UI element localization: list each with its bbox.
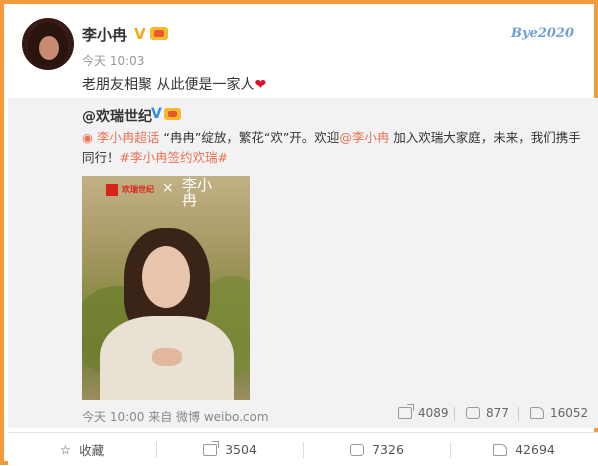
repost-comment-count[interactable]: 877 [466,406,509,420]
reposted-post: @欢瑞世纪 V ◉ 李小冉超话 “冉冉”绽放，繁花“欢”开。欢迎@李小冉 加入欢… [8,98,598,428]
post-text: 老朋友相聚 从此便是一家人❤ [82,74,266,94]
brand-logo-icon [106,184,118,196]
action-bar: ☆ 收藏 3504 7326 42694 [8,432,598,465]
favorite-label: 收藏 [79,443,105,458]
thumbs-up-icon [530,407,544,419]
image-brand-text: 欢瑞世纪 [122,185,154,194]
forward-icon [398,404,414,419]
watermark-logo: Bye2020 [511,26,574,41]
repost-like-value: 16052 [550,406,589,420]
author-name[interactable]: 李小冉 [82,24,127,45]
star-icon: ☆ [59,442,72,457]
repost-text: ◉ 李小冉超话 “冉冉”绽放，繁花“欢”开。欢迎@李小冉 加入欢瑞大家庭，未来，… [82,128,582,168]
verified-icon: V [134,25,146,43]
heart-icon: ❤ [254,77,267,93]
forward-icon [203,440,220,456]
repost-author-name[interactable]: @欢瑞世纪 [82,106,152,126]
like-count: 42694 [515,442,555,457]
repost-meta[interactable]: 今天 10:00 来自 微博 weibo.com [82,408,269,425]
post-text-content: 老朋友相聚 从此便是一家人 [82,77,255,93]
mention-link[interactable]: @李小冉 [339,130,389,145]
member-crown-icon [164,108,181,120]
member-crown-icon [150,27,168,40]
avatar-face [39,36,59,60]
divider [518,407,519,421]
repost-like-count[interactable]: 16052 [530,406,588,420]
image-name-text: 李小冉 [182,176,213,209]
comment-count: 7326 [372,442,404,457]
verified-blue-icon: V [151,106,162,122]
repost-comment-value: 877 [486,406,509,420]
forward-button[interactable]: 3504 [156,433,304,466]
post-card: 李小冉 V 今天 10:03 Bye2020 老朋友相聚 从此便是一家人❤ @欢… [0,0,598,465]
forward-count: 3504 [225,442,257,457]
favorite-button[interactable]: ☆ 收藏 [8,433,156,466]
like-button[interactable]: 42694 [450,433,598,466]
repost-text-part1: “冉冉”绽放，繁花“欢”开。欢迎 [159,130,340,145]
comment-icon [466,407,480,419]
repost-forward-count[interactable]: 4089 [398,404,449,420]
repost-image[interactable]: 欢瑞世纪 × 李小冉 [82,176,250,400]
supertopic-link[interactable]: 李小冉超话 [97,130,160,145]
avatar[interactable] [22,18,74,70]
supertopic-icon: ◉ [82,130,93,145]
thumbs-up-icon [493,443,508,456]
portrait-hands [152,348,182,366]
repost-forward-value: 4089 [418,406,449,420]
divider [454,407,455,421]
comment-button[interactable]: 7326 [303,433,451,466]
hashtag-link[interactable]: #李小冉签约欢瑞# [120,150,228,165]
post-time[interactable]: 今天 10:03 [82,52,144,69]
image-cross-text: × [162,180,174,196]
portrait-face [142,246,190,308]
comment-icon [350,443,365,456]
